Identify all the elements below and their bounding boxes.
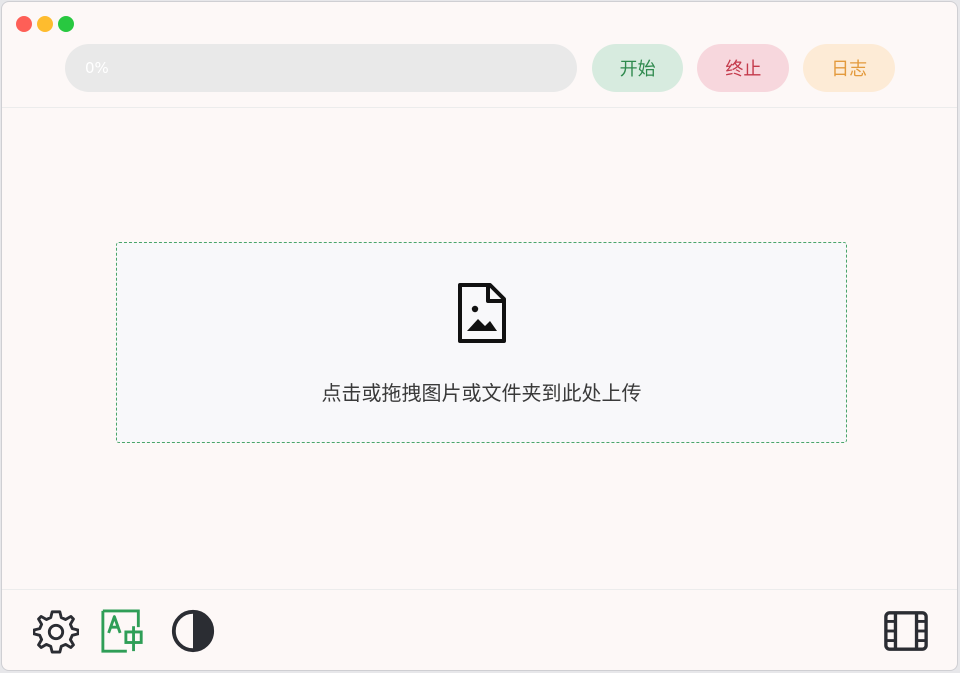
close-window-button[interactable] <box>16 16 32 32</box>
window-controls <box>16 16 74 32</box>
footer-divider <box>2 589 957 590</box>
log-button[interactable]: 日志 <box>803 44 895 92</box>
minimize-window-button[interactable] <box>37 16 53 32</box>
app-window: 0% 开始 终止 日志 点击或拖拽图片或文件夹到此处上传 <box>1 1 958 671</box>
maximize-window-button[interactable] <box>58 16 74 32</box>
toolbar: 0% 开始 终止 日志 <box>65 44 895 92</box>
gear-icon[interactable] <box>33 608 79 654</box>
upload-instruction: 点击或拖拽图片或文件夹到此处上传 <box>321 381 642 405</box>
film-icon[interactable] <box>883 608 929 654</box>
image-file-icon <box>457 283 506 343</box>
stop-button[interactable]: 终止 <box>697 44 790 92</box>
header-divider <box>2 107 957 108</box>
upload-dropzone[interactable]: 点击或拖拽图片或文件夹到此处上传 <box>116 242 847 443</box>
contrast-icon[interactable] <box>170 608 216 654</box>
progress-bar: 0% <box>65 44 577 92</box>
translate-icon[interactable] <box>100 608 146 654</box>
progress-text: 0% <box>85 59 109 77</box>
start-button[interactable]: 开始 <box>591 44 684 92</box>
